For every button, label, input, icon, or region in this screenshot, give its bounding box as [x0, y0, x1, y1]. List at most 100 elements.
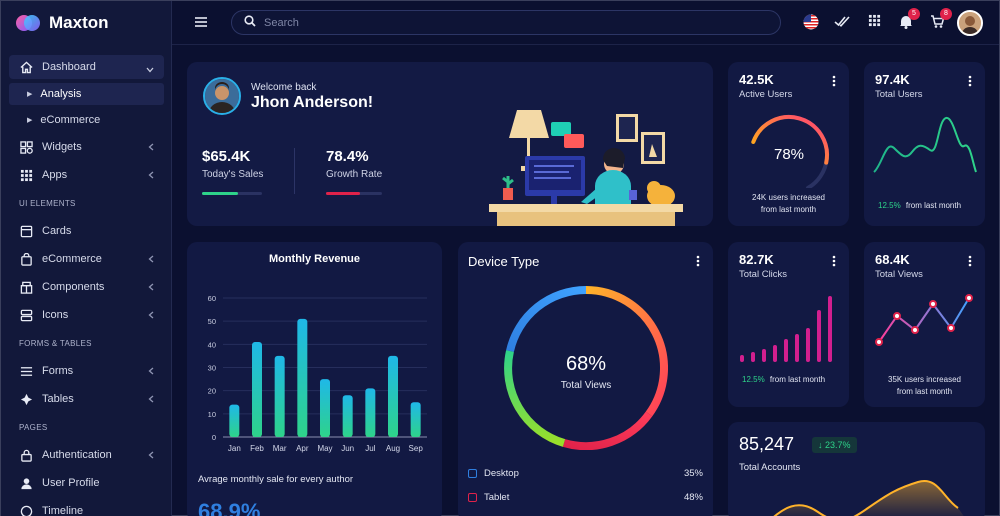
cards-icon — [19, 224, 33, 238]
revenue-bar-may[interactable] — [320, 379, 330, 437]
more-options-icon[interactable] — [968, 75, 972, 87]
arrow-down-icon: ↓ — [818, 440, 823, 450]
icons-icon — [19, 308, 33, 322]
revenue-bar-mar[interactable] — [274, 355, 285, 437]
x-tick-label: Aug — [386, 444, 400, 453]
revenue-bar-sep[interactable] — [410, 402, 421, 437]
sidebar-item-label: User Profile — [42, 477, 100, 489]
revenue-bar-jul[interactable] — [365, 388, 376, 437]
us-flag-language-icon[interactable] — [803, 14, 819, 35]
sidebar-item-ecommerce[interactable]: eCommerce — [9, 245, 164, 273]
sidebar-item-label: eCommerce — [40, 114, 101, 126]
sidebar-item-authentication[interactable]: Authentication — [9, 441, 164, 469]
y-tick-label: 60 — [208, 294, 216, 303]
device-type-card: Device Type 68% Total Views Desktop 35% … — [458, 242, 713, 516]
topbar: Search 5 8 — [172, 1, 999, 45]
todays-sales-value: $65.4K — [202, 148, 251, 165]
revenue-bar-jun[interactable] — [342, 395, 353, 437]
sidebar-item-cards[interactable]: Cards — [9, 217, 164, 245]
chevron-left-icon — [148, 394, 154, 406]
growth-rate-progress — [326, 192, 382, 195]
user-icon — [19, 476, 33, 490]
sidebar-subitem-analysis[interactable]: ▶ Analysis — [9, 83, 164, 105]
revenue-bar-jan[interactable] — [229, 404, 240, 437]
more-options-icon[interactable] — [832, 255, 836, 267]
notifications-bell-icon[interactable]: 5 — [899, 8, 920, 34]
sidebar-item-label: Apps — [42, 169, 68, 181]
double-check-icon[interactable] — [834, 14, 850, 33]
sidebar-subitem-ecommerce[interactable]: ▶ eCommerce — [9, 107, 164, 133]
revenue-bar-aug[interactable] — [388, 355, 398, 437]
sidebar-nav: Dashboard ▶ Analysis ▶ eCommerce Widgets… — [9, 55, 164, 516]
device-legend-tablet: Tablet 48% — [468, 492, 703, 503]
total-views-line — [875, 294, 973, 346]
caret-right-icon: ▶ — [27, 117, 33, 124]
active-users-gauge: 78% — [751, 115, 829, 188]
sidebar-item-components[interactable]: Components — [9, 273, 164, 301]
x-tick-label: Jul — [365, 444, 375, 453]
monthly-revenue-card: Monthly Revenue 0 10 20 30 40 50 60 Jan Feb Mar A… — [187, 242, 442, 516]
active-users-card: 42.5K Active Users 78% 24K users increas… — [728, 62, 849, 226]
total-views-label: Total Views — [875, 269, 923, 280]
chevron-left-icon — [148, 142, 154, 154]
more-options-icon[interactable] — [832, 75, 836, 87]
home-icon — [19, 60, 33, 74]
brand[interactable]: Maxton — [1, 1, 171, 45]
total-accounts-card: 85,247 ↓ 23.7% Total Accounts — [728, 422, 985, 516]
sidebar-item-dashboard[interactable]: Dashboard — [9, 55, 164, 79]
stat-divider — [294, 148, 295, 194]
x-tick-label: Feb — [250, 444, 264, 453]
more-options-icon[interactable] — [968, 255, 972, 267]
total-users-card: 97.4K Total Users 12.5% from last month — [864, 62, 985, 226]
monthly-revenue-chart: 0 10 20 30 40 50 60 Jan Feb Mar Apr May Jun Jul Aug Se… — [208, 294, 427, 453]
sidebar-item-widgets[interactable]: Widgets — [9, 133, 164, 161]
search-placeholder: Search — [264, 16, 299, 29]
sidebar-item-apps[interactable]: Apps — [9, 161, 164, 189]
shopping-bag-icon — [19, 252, 33, 266]
total-views-footer-line2: from last month — [896, 387, 953, 396]
sidebar-item-label: Widgets — [42, 141, 82, 153]
sidebar-item-label: Dashboard — [42, 61, 96, 73]
brand-name: Maxton — [49, 13, 109, 32]
total-accounts-value: 85,247 — [739, 434, 795, 454]
revenue-bar-feb[interactable] — [252, 342, 262, 437]
chevron-left-icon — [148, 282, 154, 294]
apps-grid-icon[interactable] — [868, 14, 881, 32]
chevron-left-icon — [148, 366, 154, 378]
user-avatar[interactable] — [957, 10, 983, 36]
total-users-change-percent: 12.5% — [878, 201, 901, 210]
todays-sales-label: Today's Sales — [202, 169, 264, 180]
total-clicks-card: 82.7K Total Clicks 12.5% from last month — [728, 242, 849, 407]
total-clicks-label: Total Clicks — [739, 269, 788, 280]
total-users-change: 12.5% from last month — [878, 201, 961, 210]
device-legend-percent: 48% — [683, 492, 703, 503]
total-users-change-text: from last month — [905, 201, 962, 210]
sidebar-item-user-profile[interactable]: User Profile — [9, 469, 164, 497]
device-legend-percent: 35% — [683, 468, 703, 479]
sidebar-item-icons[interactable]: Icons — [9, 301, 164, 329]
more-options-icon[interactable] — [696, 255, 700, 267]
total-views-footer-line1: 35K users increased — [888, 375, 961, 384]
device-type-center-value: 68% — [566, 353, 606, 375]
sidebar-item-forms[interactable]: Forms — [9, 357, 164, 385]
y-tick-label: 10 — [208, 410, 216, 419]
sidebar-item-tables[interactable]: Tables — [9, 385, 164, 413]
total-views-card: 68.4K Total Views 35K users increased fr… — [864, 242, 985, 407]
sidebar-item-label: Authentication — [42, 449, 112, 461]
components-icon — [19, 280, 33, 294]
device-type-title: Device Type — [468, 254, 540, 269]
hamburger-menu-icon[interactable] — [194, 15, 208, 33]
desktop-icon — [468, 469, 477, 478]
total-clicks-bars — [740, 296, 832, 362]
active-users-value: 42.5K — [739, 72, 774, 87]
revenue-bar-apr[interactable] — [297, 318, 308, 437]
welcome-card: Welcome back Jhon Anderson! $65.4K Today… — [187, 62, 713, 226]
sidebar-item-label: Cards — [42, 225, 72, 237]
search-input[interactable]: Search — [231, 10, 781, 35]
device-type-donut: 68% Total Views — [504, 286, 668, 450]
active-users-footer-line1: 24K users increased — [752, 193, 825, 202]
total-accounts-area — [773, 479, 964, 516]
sidebar-item-timeline[interactable]: Timeline — [9, 497, 164, 516]
active-users-footer-line2: from last month — [760, 205, 817, 214]
shopping-cart-icon[interactable]: 8 — [930, 8, 952, 34]
